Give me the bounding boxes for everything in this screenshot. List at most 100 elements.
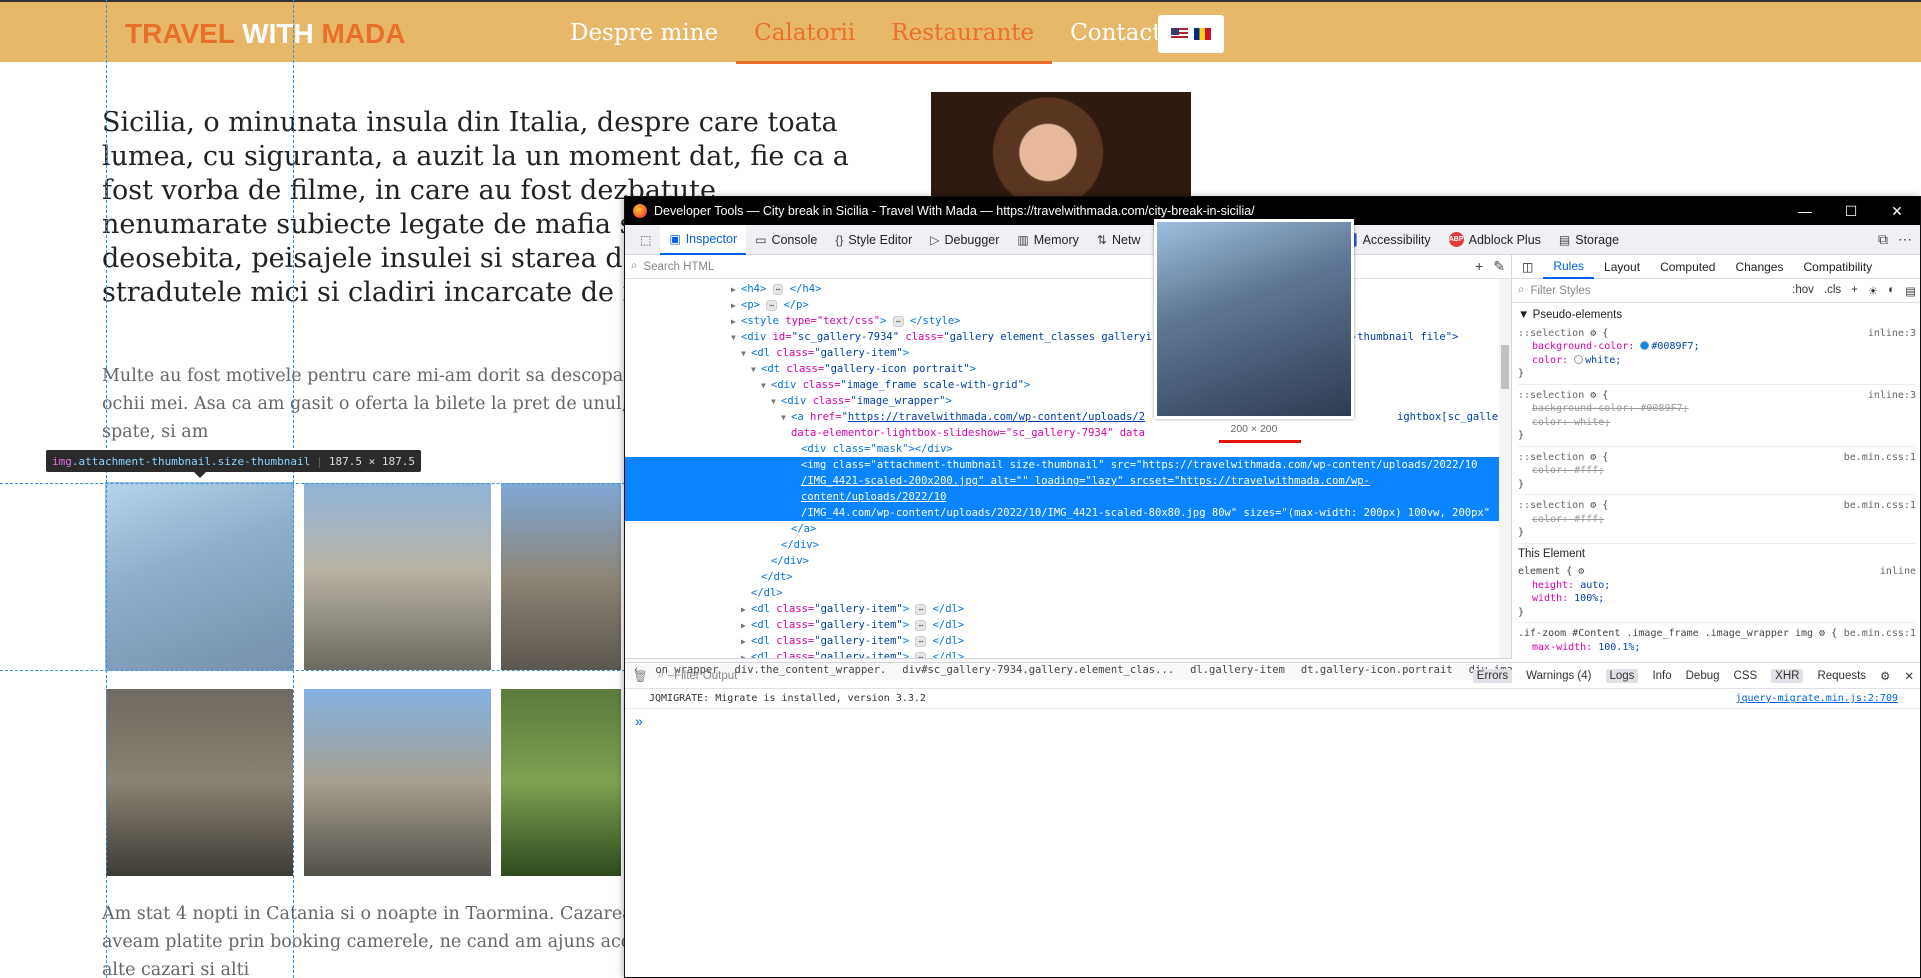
css-rule[interactable]: ::selection ⚙ { inline:3 background-colo… — [1518, 327, 1916, 385]
tab-rules[interactable]: Rules — [1543, 255, 1595, 279]
gallery-thumbnail[interactable] — [105, 482, 294, 671]
css-rule[interactable]: element { ⚙ inline height: auto; width: … — [1518, 565, 1916, 623]
hov-toggle[interactable]: :hov — [1792, 284, 1814, 298]
tree-node[interactable]: ▼ <div class="image_wrapper"> — [625, 393, 1511, 409]
element-picker-icon[interactable]: ⬚ — [631, 225, 660, 255]
filter-errors[interactable]: Errors — [1472, 668, 1513, 683]
highlight-guide — [106, 0, 107, 978]
filter-debug[interactable]: Debug — [1686, 670, 1720, 682]
network-icon: ⇅ — [1096, 232, 1107, 247]
pseudo-elements-header[interactable]: ▼ Pseudo-elements — [1518, 309, 1916, 323]
tooltip-size: 187.5 × 187.5 — [328, 454, 416, 468]
tab-inspector[interactable]: ▣ Inspector — [660, 224, 747, 255]
tree-node[interactable]: ▼ <dt class="gallery-icon portrait"> — [625, 361, 1511, 377]
nav-despre-mine[interactable]: Despre mine — [552, 20, 736, 64]
filter-styles-input[interactable]: Filter Styles — [1530, 285, 1590, 297]
tab-compatibility[interactable]: Compatibility — [1793, 255, 1882, 279]
search-html-input[interactable]: Search HTML — [643, 261, 714, 273]
tree-node[interactable]: ▼ <div id="sc_gallery-7934" class="galler… — [625, 329, 1511, 345]
tab-storage[interactable]: ▤ Storage — [1550, 225, 1628, 255]
filter-css[interactable]: CSS — [1734, 670, 1758, 682]
add-node-icon[interactable]: + — [1475, 258, 1483, 275]
site-logo[interactable]: TRAVEL WITH MADA — [125, 18, 406, 50]
tree-node[interactable]: ▶<dl class="gallery-item"> ⋯ </dl> — [625, 633, 1511, 649]
tree-node[interactable]: </dt> — [625, 569, 1511, 585]
tab-layout[interactable]: Layout — [1594, 255, 1650, 279]
tree-node[interactable]: ▶ <h4> ⋯ </h4> — [625, 281, 1511, 297]
nav-calatorii[interactable]: Calatorii — [736, 20, 874, 64]
ro-flag-icon[interactable] — [1194, 28, 1211, 40]
highlight-guide — [293, 0, 294, 978]
dock-icon[interactable]: ⧉ — [1878, 231, 1888, 248]
tab-debugger[interactable]: ▷ Debugger — [921, 225, 1008, 255]
minimize-icon[interactable]: — — [1782, 203, 1828, 220]
tree-node[interactable]: data-elementor-lightbox-slideshow="sc_ga… — [625, 425, 1511, 441]
tab-style-editor[interactable]: {} Style Editor — [826, 225, 921, 255]
tab-computed[interactable]: Computed — [1650, 255, 1725, 279]
close-icon[interactable]: ✕ — [1874, 203, 1920, 220]
console-message-text: JQMIGRATE: Migrate is installed, version… — [649, 693, 926, 704]
site-header: TRAVEL WITH MADA Despre mine Calatorii R… — [0, 0, 1921, 64]
language-switcher[interactable] — [1158, 15, 1224, 53]
storage-icon: ▤ — [1558, 232, 1571, 247]
color-swatch-icon[interactable] — [1640, 341, 1650, 350]
tree-node[interactable]: ▶ <style type="text/css"> ⋯ </style> — [625, 313, 1511, 329]
tab-console[interactable]: ▭ Console — [746, 225, 826, 255]
print-media-icon[interactable]: ▤ — [1905, 284, 1916, 298]
tab-adblock[interactable]: ABP Adblock Plus — [1440, 225, 1550, 255]
tab-changes[interactable]: Changes — [1725, 255, 1793, 279]
filter-warnings[interactable]: Warnings (4) — [1526, 670, 1591, 682]
css-rule[interactable]: .if-zoom #Content .image_frame .image_wr… — [1518, 627, 1916, 657]
dark-mode-icon[interactable]: ◐ — [1888, 284, 1895, 298]
nav-restaurante[interactable]: Restaurante — [873, 20, 1053, 64]
tree-node[interactable]: ▼ <a href="https://travelwithmada.com/wp-… — [625, 409, 1555, 425]
selected-tree-node[interactable]: <img class="attachment-thumbnail size-th… — [625, 457, 1511, 535]
add-rule-icon[interactable]: + — [1851, 284, 1858, 298]
console-input[interactable]: » — [625, 709, 1920, 733]
css-rule[interactable]: ::selection ⚙ { inline:3 background-colo… — [1518, 389, 1916, 447]
gallery-thumbnail[interactable] — [106, 689, 293, 876]
main-nav: Despre mine Calatorii Restaurante Contac… — [552, 20, 1180, 64]
light-mode-icon[interactable]: ☀ — [1868, 284, 1878, 298]
gallery-thumbnail[interactable] — [501, 689, 621, 876]
filter-info[interactable]: Info — [1652, 670, 1671, 682]
css-rule[interactable]: ::selection ⚙ { be.min.css:1 color: #fff… — [1518, 451, 1916, 495]
maximize-icon[interactable]: ☐ — [1828, 203, 1874, 220]
gallery-thumbnail[interactable] — [501, 483, 621, 670]
gallery-thumbnail[interactable] — [304, 483, 491, 670]
cls-toggle[interactable]: .cls — [1824, 284, 1841, 298]
tree-node[interactable]: ▼ <div class="image_frame scale-with-grid… — [625, 377, 1511, 393]
markup-scrollbar[interactable] — [1499, 279, 1511, 658]
console-message-source[interactable]: jquery-migrate.min.js:2:709 — [1735, 693, 1898, 704]
tree-node[interactable]: ▶ <p> ⋯ </p> — [625, 297, 1511, 313]
more-options-icon[interactable]: ⋯ — [1898, 231, 1912, 248]
tree-node[interactable]: </div> — [625, 553, 1511, 569]
clear-console-icon[interactable]: 🗑 — [633, 669, 648, 683]
console-settings-icon[interactable]: ⚙ — [1880, 669, 1890, 683]
filter-xhr[interactable]: XHR — [1771, 668, 1804, 683]
tree-node[interactable]: </div> — [625, 537, 1511, 553]
filter-icon: ⌕ — [657, 669, 665, 681]
filter-logs[interactable]: Logs — [1605, 668, 1639, 683]
toggle-sidebar-icon[interactable]: ◫ — [1512, 255, 1543, 279]
element-highlight-tooltip: img .attachment-thumbnail.size-thumbnail |… — [46, 450, 422, 478]
tree-node[interactable]: ▼ <dl class="gallery-item"> — [625, 345, 1511, 361]
tree-node[interactable]: <div class="mask"></div> — [625, 441, 1511, 457]
tree-node[interactable]: ▶<dl class="gallery-item"> ⋯ </dl> — [625, 601, 1511, 617]
tab-network[interactable]: ⇅ Netw — [1088, 225, 1150, 255]
us-flag-icon[interactable] — [1171, 28, 1188, 40]
firefox-icon — [633, 204, 647, 218]
filter-requests[interactable]: Requests — [1817, 670, 1866, 682]
filter-output-input[interactable]: Filter Output — [674, 670, 737, 682]
tree-node[interactable]: ▶<dl class="gallery-item"> ⋯ </dl> — [625, 617, 1511, 633]
close-split-console-icon[interactable]: ✕ — [1904, 669, 1914, 683]
gallery-thumbnail[interactable] — [304, 689, 491, 876]
color-swatch-icon[interactable] — [1574, 354, 1584, 364]
eyedropper-icon[interactable]: ✎ — [1493, 258, 1505, 275]
rules-list: ▼ Pseudo-elements ::selection ⚙ { inline… — [1512, 303, 1920, 665]
css-rule[interactable]: ::selection ⚙ { be.min.css:1 color: #fff… — [1518, 499, 1916, 544]
console-message: JQMIGRATE: Migrate is installed, version… — [625, 689, 1920, 709]
rules-pane: ◫ Rules Layout Computed Changes Compatib… — [1512, 255, 1920, 658]
tab-memory[interactable]: ▥ Memory — [1008, 225, 1088, 255]
tree-node[interactable]: </dl> — [625, 585, 1511, 601]
